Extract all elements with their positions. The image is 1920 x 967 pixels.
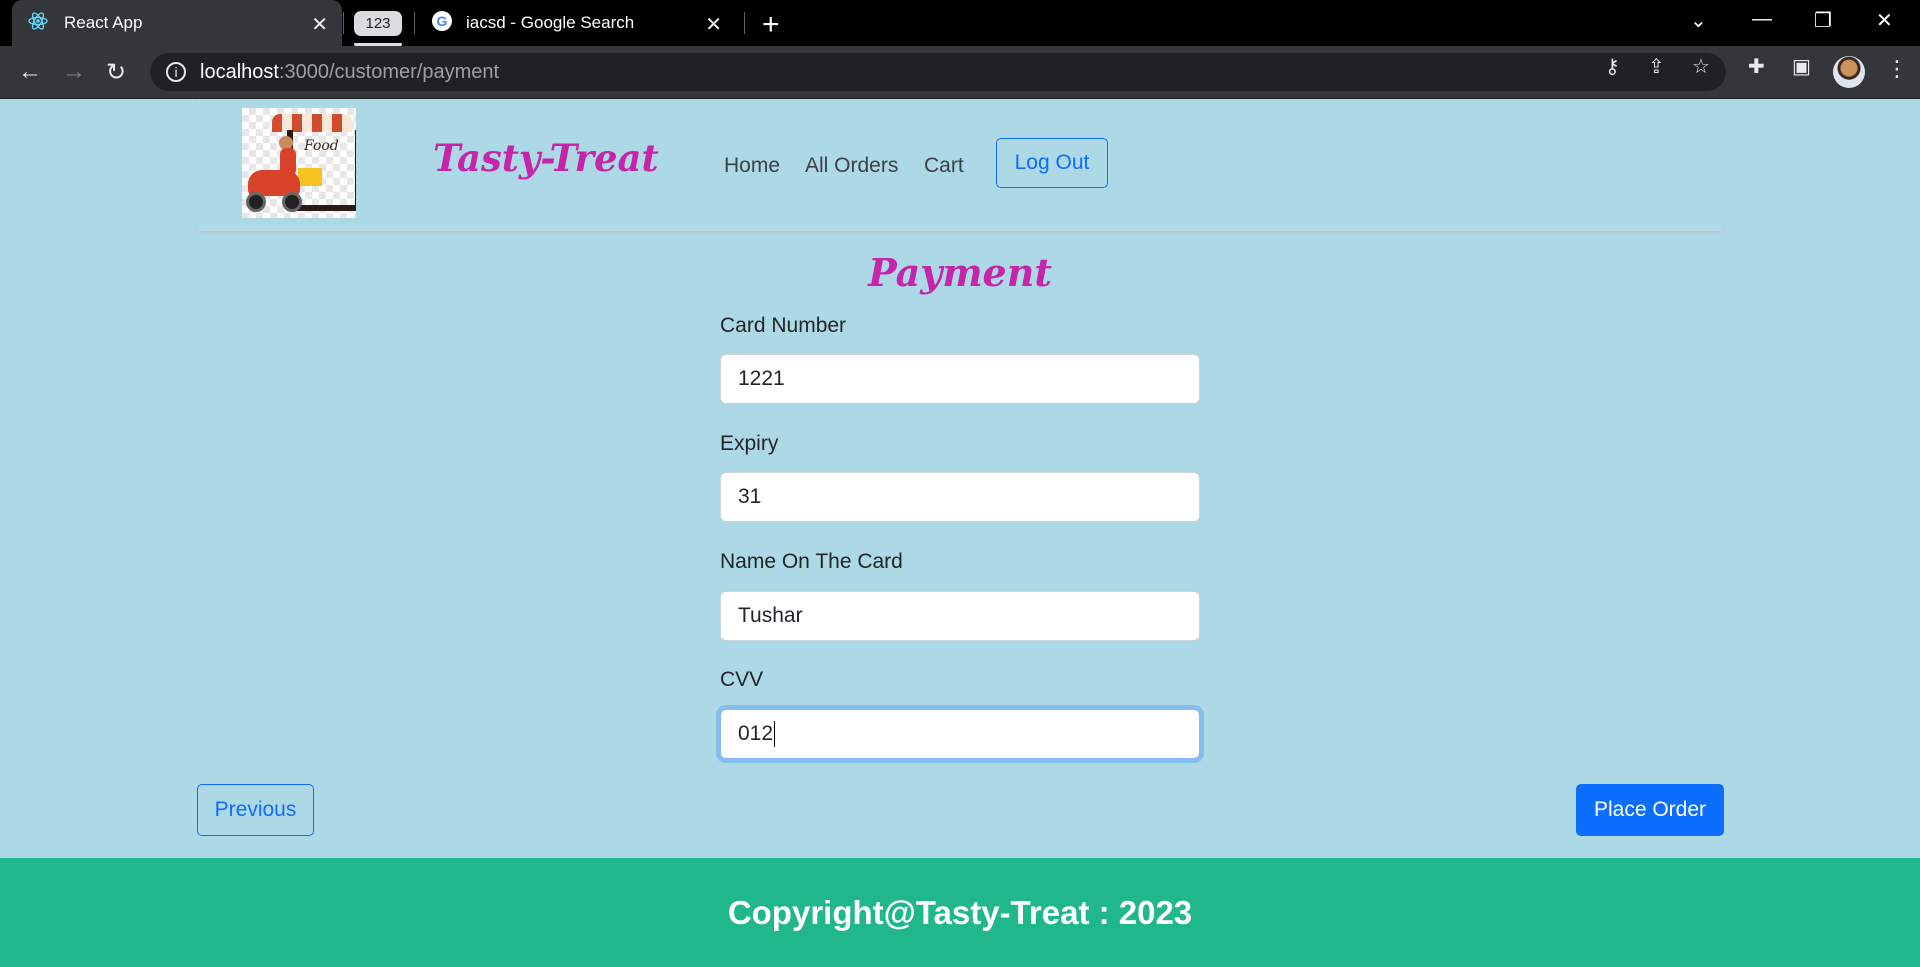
react-icon [28,11,48,36]
site-info-icon[interactable]: i [166,62,186,82]
side-panel-icon[interactable]: ▣ [1792,54,1811,79]
forward-arrow-icon[interactable]: → [62,58,86,86]
back-arrow-icon[interactable]: ← [18,58,42,86]
cvv-input[interactable]: 012 [720,709,1200,759]
browser-tab-react-app[interactable]: React App ✕ [12,0,342,46]
cvv-label: CVV [720,668,764,691]
close-window-icon[interactable]: ✕ [1876,8,1893,33]
nav-all-orders[interactable]: All Orders [805,154,898,178]
browser-tab-bar: React App ✕ 123 G iacsd - Google Search … [0,0,1920,46]
card-number-input[interactable]: 1221 [720,354,1200,404]
new-tab-icon[interactable]: + [762,8,780,42]
restore-icon[interactable]: ❐ [1814,8,1832,33]
cvv-value: 012 [738,722,774,745]
brand-title[interactable]: Tasty-Treat [433,136,659,180]
tab-title: iacsd - Google Search [466,13,635,32]
address-bar[interactable]: i localhost:3000/customer/payment [150,53,1726,91]
extensions-puzzle-icon[interactable]: ✚ [1748,54,1765,79]
tab-search-chevron-icon[interactable]: ⌄ [1690,8,1707,33]
logout-button[interactable]: Log Out [996,138,1108,188]
expiry-input[interactable]: 31 [720,472,1200,522]
site-header: Food Tasty-Treat Home All Orders Cart Lo… [197,98,1724,231]
footer: Copyright@Tasty-Treat : 2023 [0,858,1920,967]
tab-separator [744,12,745,34]
name-on-card-value: Tushar [738,604,803,627]
profile-avatar[interactable] [1833,56,1865,88]
card-number-value: 1221 [738,367,785,390]
key-icon[interactable]: ⚷ [1605,54,1620,79]
svg-text:G: G [437,13,448,29]
close-tab-icon[interactable]: ✕ [705,12,722,37]
share-icon[interactable]: ⇪ [1648,54,1665,79]
bookmark-star-icon[interactable]: ☆ [1692,54,1710,79]
menu-kebab-icon[interactable]: ⋮ [1886,56,1908,82]
tab-group-chip[interactable]: 123 [354,11,402,36]
tab-separator [414,12,415,34]
text-caret [774,721,776,747]
tab-separator [343,12,344,34]
card-number-label: Card Number [720,314,847,337]
logo-food-text: Food [304,138,339,154]
food-delivery-logo[interactable]: Food [242,108,356,218]
url-path: :3000/customer/payment [278,60,500,83]
delivery-box-shape [298,168,322,186]
url-text[interactable]: localhost:3000/customer/payment [200,61,499,84]
browser-toolbar: ← → ↻ i localhost:3000/customer/payment … [0,46,1920,99]
name-on-card-label: Name On The Card [720,550,903,573]
expiry-value: 31 [738,485,762,508]
nav-cart[interactable]: Cart [924,154,964,178]
name-on-card-input[interactable]: Tushar [720,591,1200,641]
google-icon: G [432,10,452,36]
wheel-shape [282,192,302,212]
reload-icon[interactable]: ↻ [106,58,126,87]
page-title: Payment [868,250,1052,295]
wheel-shape [246,192,266,212]
close-tab-icon[interactable]: ✕ [311,12,328,37]
minimize-icon[interactable]: — [1752,8,1772,31]
copyright-text: Copyright@Tasty-Treat : 2023 [727,893,1193,931]
place-order-button[interactable]: Place Order [1576,784,1724,836]
browser-tab-google-search[interactable]: G iacsd - Google Search ✕ [416,0,736,46]
previous-button[interactable]: Previous [197,784,314,836]
url-host: localhost [200,60,279,83]
nav-home[interactable]: Home [724,154,780,178]
expiry-label: Expiry [720,432,779,455]
tab-title: React App [64,13,143,32]
